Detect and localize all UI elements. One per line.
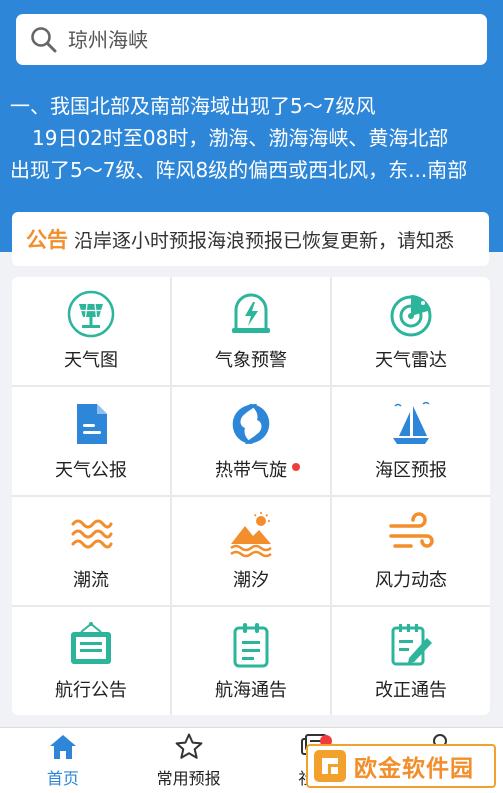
grid-item-weather-warning[interactable]: 气象预警 [172,277,330,385]
search-input[interactable] [68,27,468,52]
grid-item-label: 天气雷达 [375,350,447,371]
sailboat-icon [393,401,430,444]
grid-item-label: 航海通告 [215,680,287,701]
grid-item-label: 潮流 [73,570,109,591]
grid-item-label: 改正通告 [375,680,447,701]
tab-common-forecast[interactable]: 常用预报 [126,728,252,793]
edit-icon [391,624,432,666]
grid-item-weather-radar[interactable]: 天气雷达 [332,277,490,385]
tide-icon [230,512,272,558]
tab-label: 常用预报 [156,769,221,788]
news-line-2: 19日02时至08时，渤海、渤海海峡、黄海北部 [32,126,449,150]
grid-item-label: 天气公报 [55,460,127,481]
notice-bar[interactable]: 公告 沿岸逐小时预报海浪预报已恢复更新，请知悉 [12,212,489,266]
grid-item-tropical-cyclone[interactable]: 热带气旋 [172,387,330,495]
lightning-warning-icon [232,293,270,333]
waves-icon [71,519,113,549]
grid-item-label: 天气图 [64,350,118,371]
grid-item-weather-bulletin[interactable]: 天气公报 [12,387,170,495]
radar-icon [390,295,432,337]
watermark: 欧金软件园 [306,744,496,788]
notification-dot [292,463,300,471]
grid-item-label: 风力动态 [375,570,447,591]
grid-item-weather-map[interactable]: 天气图 [12,277,170,385]
grid-item-label: 潮汐 [233,570,269,591]
home-icon [49,735,76,759]
search-bar[interactable] [16,14,487,65]
grid-item-nautical-notice[interactable]: 航海通告 [172,607,330,715]
watermark-text: 欧金软件园 [354,756,474,782]
grid-item-navigation-notice[interactable]: 航行公告 [12,607,170,715]
feature-grid: 天气图 气象预警 天气雷达 天气公报 热带气旋 海区预报 潮流 潮汐 风力动态 … [12,277,490,715]
news-ticker[interactable]: 一、我国北部及南部海域出现了5～7级风 19日02时至08时，渤海、渤海海峡、黄… [10,90,495,186]
solar-panel-icon [67,290,115,338]
grid-item-label: 航行公告 [55,680,127,701]
board-icon [71,622,111,664]
news-line-1: 一、我国北部及南部海域出现了5～7级风 [10,94,376,118]
clipboard-icon [233,623,269,668]
grid-item-correction-notice[interactable]: 改正通告 [332,607,490,715]
grid-item-label: 海区预报 [375,460,447,481]
star-icon [175,733,203,759]
typhoon-icon [232,404,270,444]
watermark-logo-icon [314,750,346,782]
grid-item-wind-dynamics[interactable]: 风力动态 [332,497,490,605]
news-line-3: 出现了5～7级、阵风8级的偏西或西北风，东...南部 [10,158,468,182]
grid-item-label: 热带气旋 [215,456,300,482]
notice-text: 沿岸逐小时预报海浪预报已恢复更新，请知悉 [74,229,455,252]
notice-tag: 公告 [26,228,68,252]
grid-item-tidal-current[interactable]: 潮流 [12,497,170,605]
search-icon [31,26,57,52]
document-icon [77,404,107,444]
wind-icon [389,512,434,548]
tab-home[interactable]: 首页 [0,728,126,793]
grid-item-tide[interactable]: 潮汐 [172,497,330,605]
grid-item-label: 气象预警 [215,350,287,371]
grid-item-sea-area-forecast[interactable]: 海区预报 [332,387,490,495]
tab-label: 首页 [46,769,79,788]
